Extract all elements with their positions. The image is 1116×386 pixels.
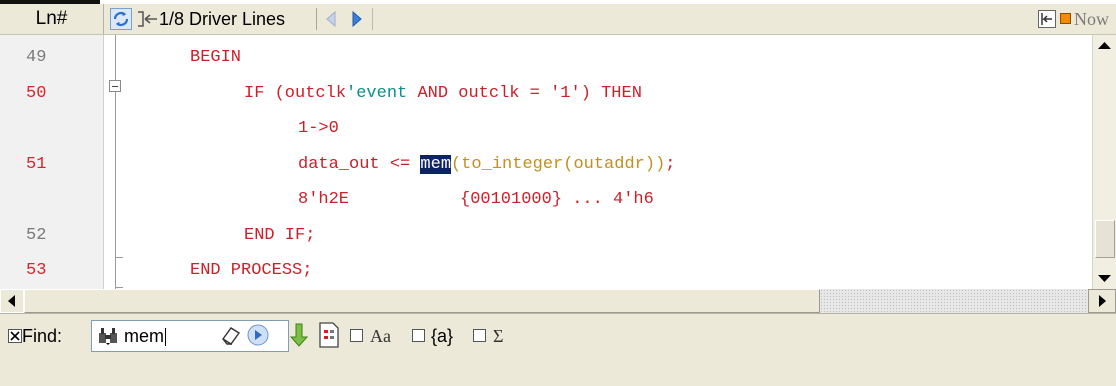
code-token: AND bbox=[407, 84, 459, 103]
code-line: IF (outclk'event AND outclk = '1') THEN bbox=[244, 84, 642, 104]
code-token: ) THEN bbox=[580, 84, 642, 103]
panel-divider bbox=[0, 313, 1116, 314]
toolbar: Ln# 1/8 Driver Lines Now bbox=[0, 4, 1116, 35]
fold-end-tick bbox=[115, 287, 123, 288]
regex-checkbox[interactable] bbox=[473, 329, 486, 342]
fold-end-tick bbox=[115, 257, 123, 258]
scroll-right-icon[interactable] bbox=[1088, 289, 1116, 313]
trace-driver-icon[interactable] bbox=[136, 10, 158, 28]
code-line: END PROCESS; bbox=[190, 261, 313, 280]
line-number-gutter bbox=[0, 35, 104, 289]
refresh-icon[interactable] bbox=[110, 8, 132, 30]
code-token: 'event bbox=[346, 84, 408, 103]
value-annotation: 8'h2E bbox=[298, 190, 350, 209]
value-annotation: {00101000} ... 4'h6 bbox=[460, 190, 654, 209]
source-editor[interactable]: 49 BEGIN 50 IF (outclk'event AND outclk … bbox=[0, 35, 1092, 289]
find-label: Find: bbox=[22, 326, 63, 346]
vertical-scrollbar[interactable] bbox=[1092, 35, 1116, 289]
fold-guide-line bbox=[115, 35, 116, 289]
code-token: data_out <= bbox=[298, 155, 421, 174]
driver-lines-status: 1/8 Driver Lines bbox=[159, 9, 286, 29]
toolbar-divider bbox=[316, 8, 317, 30]
whole-word-checkbox[interactable] bbox=[412, 329, 425, 342]
code-token: (to_integer(outaddr)) bbox=[451, 155, 666, 174]
line-number: 51 bbox=[26, 155, 47, 174]
collapse-icon[interactable] bbox=[109, 80, 121, 92]
match-case-label: Aa bbox=[370, 326, 391, 346]
line-number: 53 bbox=[26, 261, 47, 280]
line-number-header: Ln# bbox=[0, 4, 104, 34]
close-icon[interactable] bbox=[8, 329, 22, 343]
now-label[interactable]: Now bbox=[1074, 4, 1109, 34]
scroll-left-icon[interactable] bbox=[0, 289, 24, 313]
code-token: outclk = '1' bbox=[458, 84, 581, 103]
eraser-icon[interactable] bbox=[220, 325, 242, 345]
match-case-checkbox[interactable] bbox=[350, 329, 363, 342]
play-icon[interactable] bbox=[247, 324, 269, 346]
horizontal-scrollbar[interactable] bbox=[0, 289, 1116, 313]
previous-arrow-icon[interactable] bbox=[324, 11, 338, 27]
horizontal-scroll-track[interactable] bbox=[820, 289, 1088, 313]
now-marker-icon bbox=[1060, 13, 1071, 24]
code-token: IF (outclk bbox=[244, 84, 347, 103]
goto-start-icon[interactable] bbox=[1038, 10, 1056, 28]
line-number: 50 bbox=[26, 84, 47, 103]
find-bar: Find: mem Aa {a} Σ bbox=[0, 316, 1116, 356]
sum-label: Σ bbox=[493, 326, 504, 346]
vertical-scroll-thumb[interactable] bbox=[1095, 220, 1115, 258]
scroll-up-icon[interactable] bbox=[1093, 35, 1116, 57]
code-line: BEGIN bbox=[190, 48, 242, 67]
code-line: data_out <= mem(to_integer(outaddr)); bbox=[298, 155, 675, 175]
toolbar-divider-2 bbox=[372, 8, 373, 30]
find-value: mem bbox=[124, 321, 166, 351]
fold-column bbox=[104, 35, 130, 289]
find-next-down-icon[interactable] bbox=[288, 322, 310, 348]
line-number: 52 bbox=[26, 226, 47, 245]
horizontal-scroll-thumb[interactable] bbox=[24, 289, 820, 313]
find-all-document-icon[interactable] bbox=[318, 322, 340, 348]
code-token: ; bbox=[665, 155, 676, 174]
whole-word-label: {a} bbox=[431, 326, 454, 346]
binoculars-icon[interactable] bbox=[98, 327, 118, 345]
selected-token[interactable]: mem bbox=[420, 155, 452, 174]
value-annotation: 1->0 bbox=[298, 119, 339, 138]
text-caret bbox=[165, 328, 166, 347]
scroll-down-icon[interactable] bbox=[1093, 267, 1116, 289]
find-text: mem bbox=[124, 326, 164, 346]
code-line: END IF; bbox=[244, 226, 316, 245]
close-x-glyph bbox=[10, 331, 20, 341]
line-number: 49 bbox=[26, 48, 47, 67]
next-arrow-icon[interactable] bbox=[350, 11, 364, 27]
